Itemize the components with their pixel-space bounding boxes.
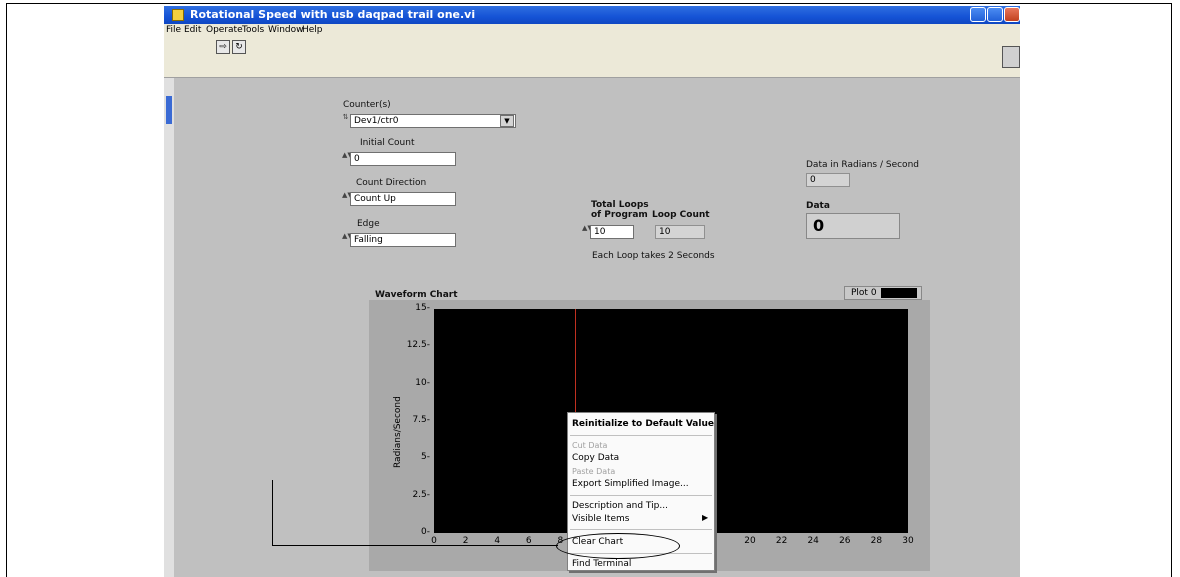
- menu-item-paste-data: Paste Data: [572, 467, 616, 476]
- menu-item-visible-items[interactable]: Visible Items: [572, 514, 629, 524]
- menu-item-export-image[interactable]: Export Simplified Image...: [572, 479, 689, 489]
- y-tick-label: 15-: [415, 303, 430, 313]
- chart-title: Waveform Chart: [375, 290, 458, 300]
- x-tick-label: 26: [839, 536, 851, 546]
- radians-label: Data in Radians / Second: [806, 160, 919, 170]
- menu-file[interactable]: File: [166, 25, 181, 35]
- menu-item-copy-data[interactable]: Copy Data: [572, 453, 619, 463]
- scroll-thumb[interactable]: [166, 96, 172, 124]
- maximize-button[interactable]: [987, 7, 1003, 22]
- menu-bar: File Edit Operate Tools Window Help: [164, 24, 1020, 38]
- run-arrow-icon[interactable]: ⇨: [216, 40, 230, 54]
- loop-count-indicator: 10: [655, 225, 705, 239]
- submenu-arrow-icon: ▶: [702, 513, 709, 522]
- x-tick-label: 30: [902, 536, 914, 546]
- y-tick-label: 7.5-: [412, 415, 430, 425]
- loop-note: Each Loop takes 2 Seconds: [592, 251, 715, 261]
- chart-legend[interactable]: Plot 0: [844, 286, 922, 300]
- radians-indicator: 0: [806, 173, 850, 187]
- menu-separator: [570, 435, 712, 436]
- window-title: Rotational Speed with usb daqpad trail o…: [190, 8, 476, 21]
- menu-edit[interactable]: Edit: [184, 25, 201, 35]
- y-tick-label: 10-: [415, 377, 430, 388]
- menu-tools[interactable]: Tools: [242, 25, 264, 35]
- count-direction-field[interactable]: Count Up: [350, 192, 456, 206]
- minimize-button[interactable]: [970, 7, 986, 22]
- loop-count-label: Loop Count: [652, 210, 710, 220]
- title-bar[interactable]: Rotational Speed with usb daqpad trail o…: [164, 6, 1020, 24]
- legend-label: Plot 0: [851, 288, 877, 298]
- x-tick-label: 28: [870, 536, 883, 546]
- x-tick-label: 22: [775, 536, 788, 546]
- legend-swatch: [881, 288, 917, 298]
- total-loops-stepper[interactable]: ▲▼: [582, 225, 593, 239]
- count-direction-stepper[interactable]: ▲▼: [342, 192, 353, 206]
- y-tick-label: 12.5-: [406, 340, 430, 351]
- edge-label: Edge: [357, 219, 380, 229]
- counters-io-icon: ⇅: [342, 113, 349, 121]
- initial-count-stepper[interactable]: ▲▼: [342, 152, 353, 166]
- counters-dropdown[interactable]: Dev1/ctr0: [350, 114, 516, 128]
- data-label: Data: [806, 201, 830, 211]
- total-loops-label-2: of Program: [591, 210, 648, 220]
- menu-separator: [570, 529, 712, 530]
- run-continuous-icon[interactable]: ↻: [232, 40, 246, 54]
- y-tick-label: 5-: [421, 452, 430, 463]
- y-axis-label: Radians/Second: [393, 396, 403, 468]
- initial-count-field[interactable]: 0: [350, 152, 456, 166]
- menu-help[interactable]: Help: [302, 25, 323, 35]
- initial-count-label: Initial Count: [360, 138, 415, 148]
- left-scroll-strip: [164, 78, 174, 577]
- highlight-ellipse: [556, 533, 680, 559]
- counters-label: Counter(s): [343, 100, 391, 110]
- menu-item-find-terminal[interactable]: Find Terminal: [572, 559, 631, 569]
- vi-connector-icon: [1002, 46, 1020, 68]
- total-loops-field[interactable]: 10: [590, 225, 634, 239]
- menu-window[interactable]: Window: [268, 25, 304, 35]
- edge-field[interactable]: Falling: [350, 233, 456, 247]
- menu-item-cut-data: Cut Data: [572, 441, 608, 450]
- x-tick-label: 24: [807, 536, 819, 546]
- menu-item-description[interactable]: Description and Tip...: [572, 501, 668, 511]
- data-indicator: 0: [806, 213, 900, 239]
- toolbar: ⇨ ↻: [164, 38, 1020, 78]
- menu-separator: [570, 495, 712, 496]
- count-direction-label: Count Direction: [356, 178, 427, 188]
- menu-item-reinitialize[interactable]: Reinitialize to Default Value: [572, 419, 714, 429]
- y-tick-label: 2.5-: [412, 489, 430, 500]
- edge-stepper[interactable]: ▲▼: [342, 233, 353, 247]
- menu-operate[interactable]: Operate: [206, 25, 243, 35]
- total-loops-label: Total Loops: [591, 200, 649, 210]
- close-button[interactable]: [1004, 7, 1020, 22]
- chevron-down-icon[interactable]: ▼: [500, 115, 514, 127]
- x-tick-label: 20: [744, 536, 756, 546]
- annotation-line-vertical: [272, 480, 273, 546]
- vi-icon: [172, 9, 184, 21]
- annotation-line-horizontal: [272, 545, 558, 546]
